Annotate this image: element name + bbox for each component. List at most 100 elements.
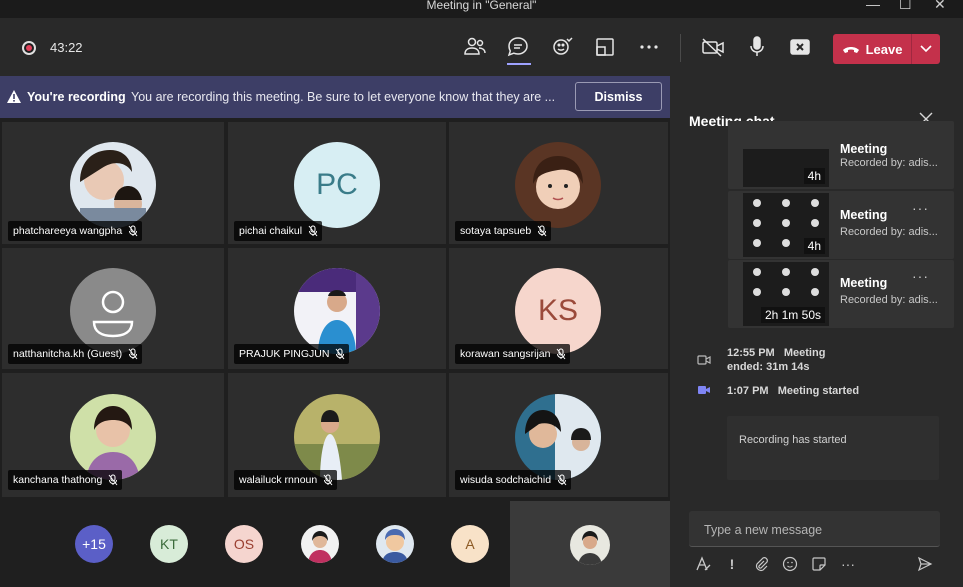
participant-avatar: PC: [294, 142, 380, 228]
microphone-icon[interactable]: [744, 34, 770, 60]
important-icon[interactable]: !: [724, 556, 740, 572]
participant-name: sotaya tapsueb: [460, 225, 532, 237]
participant-name: pichai chaikul: [239, 225, 303, 237]
recording-banner: You're recording You are recording this …: [0, 76, 670, 118]
toolbar-divider: [680, 34, 681, 62]
participant-tile[interactable]: kanchana thathong: [2, 373, 224, 497]
participant-avatar: [515, 394, 601, 480]
participant-avatar-small[interactable]: KT: [150, 525, 188, 563]
mic-off-icon: [128, 348, 138, 360]
participant-name: korawan sangsrijan: [460, 348, 551, 360]
participant-name-tag: natthanitcha.kh (Guest): [8, 344, 143, 364]
mic-off-icon: [308, 225, 318, 237]
guest-avatar-icon: [92, 290, 134, 338]
participants-icon[interactable]: [462, 34, 488, 60]
event-time: 12:55 PM: [727, 347, 775, 359]
participant-name-tag: korawan sangsrijan: [455, 344, 571, 364]
meeting-started-event: 1:07 PM Meeting started: [727, 384, 859, 398]
share-tray-icon[interactable]: [787, 34, 813, 60]
recording-duration: 2h 1m 50s: [760, 307, 825, 323]
maximize-icon[interactable]: ☐: [899, 0, 912, 13]
participant-avatar-small[interactable]: OS: [225, 525, 263, 563]
chat-icon[interactable]: [505, 34, 531, 60]
more-participants-button[interactable]: +15: [75, 525, 113, 563]
participant-name: phatchareeya wangpha: [13, 225, 123, 237]
message-placeholder: Type a new message: [704, 523, 823, 537]
more-options-icon[interactable]: ···: [840, 556, 856, 572]
sticker-icon[interactable]: [811, 556, 827, 572]
participant-tile[interactable]: phatchareeya wangpha: [2, 122, 224, 244]
mic-off-icon: [128, 225, 138, 237]
leave-dropdown-button[interactable]: [912, 34, 940, 64]
dismiss-button[interactable]: Dismiss: [575, 82, 662, 111]
reactions-icon[interactable]: [549, 34, 575, 60]
participant-tile[interactable]: natthanitcha.kh (Guest): [2, 248, 224, 369]
recording-thumbnail[interactable]: 2h 1m 50s: [743, 262, 829, 326]
participant-avatar: [515, 142, 601, 228]
mic-off-icon: [537, 225, 547, 237]
participant-avatar-small[interactable]: A: [451, 525, 489, 563]
participant-avatar-small[interactable]: [301, 525, 339, 563]
participant-tile[interactable]: PC pichai chaikul: [228, 122, 446, 244]
participant-avatar-small[interactable]: [376, 525, 414, 563]
self-avatar: [570, 525, 610, 565]
minimize-icon[interactable]: —: [866, 0, 880, 12]
participant-name: wisuda sodchaichid: [460, 474, 552, 486]
rooms-icon[interactable]: [592, 34, 618, 60]
recording-thumbnail[interactable]: 4h: [743, 149, 829, 187]
mic-off-icon: [557, 348, 566, 360]
recording-started-text: Recording has started: [739, 434, 847, 446]
participant-tile[interactable]: walailuck rnnoun: [228, 373, 446, 497]
participant-tile[interactable]: KS korawan sangsrijan: [449, 248, 668, 369]
send-icon[interactable]: [917, 556, 933, 572]
camera-off-icon[interactable]: [700, 34, 726, 60]
event-time: 1:07 PM: [727, 385, 769, 397]
recording-thumbnail[interactable]: 4h: [743, 193, 829, 257]
close-window-icon[interactable]: ✕: [934, 0, 946, 13]
warning-icon: [7, 90, 21, 103]
participant-grid: phatchareeya wangpha PC pichai chaikul s…: [0, 118, 670, 501]
participant-avatar: [294, 268, 380, 354]
meeting-started-icon: [698, 386, 710, 394]
chevron-down-icon: [920, 45, 932, 53]
recording-more-icon[interactable]: ···: [912, 200, 929, 216]
event-text: Meeting: [783, 347, 826, 359]
mic-off-icon: [108, 474, 118, 486]
participant-name-tag: wisuda sodchaichid: [455, 470, 572, 490]
hang-up-icon: [842, 47, 859, 53]
recording-owner: Recorded by: adis...: [840, 294, 938, 306]
recording-started-card: [727, 416, 939, 480]
participant-tile[interactable]: wisuda sodchaichid: [449, 373, 668, 497]
event-detail: ended: 31m 14s: [727, 361, 810, 373]
self-view-tile[interactable]: [510, 501, 670, 587]
participant-name-tag: walailuck rnnoun: [234, 470, 338, 490]
participant-avatar: KS: [515, 268, 601, 354]
more-actions-icon[interactable]: [636, 34, 662, 60]
banner-message: You are recording this meeting. Be sure …: [131, 90, 556, 104]
recording-owner: Recorded by: adis...: [840, 226, 938, 238]
participant-avatar: [70, 394, 156, 480]
participant-tile[interactable]: PRAJUK PINGJUN: [228, 248, 446, 369]
mic-off-icon: [336, 348, 345, 360]
participant-name: PRAJUK PINGJUN: [239, 348, 330, 360]
emoji-icon[interactable]: [782, 556, 798, 572]
attach-icon[interactable]: [753, 556, 769, 572]
recording-indicator-icon: [22, 41, 36, 55]
meeting-ended-event: 12:55 PM Meeting ended: 31m 14s: [727, 346, 825, 374]
recording-owner: Recorded by: adis...: [840, 157, 938, 169]
participant-name-tag: PRAJUK PINGJUN: [234, 344, 350, 364]
meeting-ended-icon: [697, 355, 711, 365]
recording-name: Meeting: [840, 142, 888, 156]
participant-name-tag: kanchana thathong: [8, 470, 123, 490]
leave-button[interactable]: Leave: [833, 34, 911, 64]
participant-tile[interactable]: sotaya tapsueb: [449, 122, 668, 244]
participant-name: walailuck rnnoun: [239, 474, 318, 486]
participant-avatar: [70, 268, 156, 354]
event-text: Meeting started: [777, 385, 860, 397]
recording-more-icon[interactable]: ···: [912, 268, 929, 284]
recording-name: Meeting: [840, 208, 888, 222]
format-icon[interactable]: [695, 556, 711, 572]
recording-duration: 4h: [803, 238, 825, 254]
overflow-participants-strip: +15 KT OS A: [0, 501, 670, 587]
meeting-timer: 43:22: [50, 40, 83, 55]
